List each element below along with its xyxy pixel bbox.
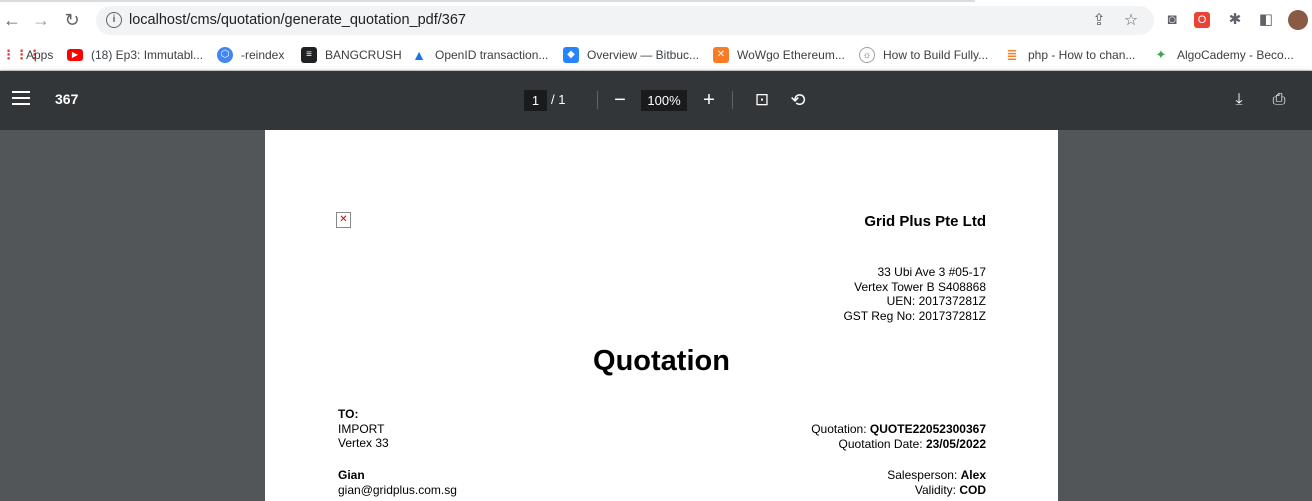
- openid-icon: ▲: [412, 47, 426, 63]
- side-panel-icon[interactable]: ◧: [1256, 10, 1276, 30]
- gst-line: GST Reg No: 201737281Z: [843, 308, 986, 323]
- profile-avatar[interactable]: [1288, 10, 1308, 30]
- company-address: 33 Ubi Ave 3 #05-17 Vertex Tower B S4088…: [843, 265, 986, 323]
- bookmark-openid[interactable]: ▲ OpenID transaction...: [411, 46, 548, 64]
- zoom-out-icon[interactable]: −: [608, 88, 632, 112]
- bookmark-algocademy[interactable]: ✦ AlgoCademy - Beco...: [1153, 46, 1294, 64]
- bookmark-label: WoWgo Ethereum...: [737, 48, 845, 62]
- address-line: 33 Ubi Ave 3 #05-17: [877, 265, 986, 279]
- bookmark-label: How to Build Fully...: [883, 48, 989, 62]
- download-icon[interactable]: ⤓: [1227, 88, 1251, 112]
- record-extension-icon[interactable]: O: [1194, 12, 1210, 28]
- url-text[interactable]: localhost/cms/quotation/generate_quotati…: [129, 12, 466, 28]
- pdf-viewport[interactable]: ✕ Grid Plus Pte Ltd 33 Ubi Ave 3 #05-17 …: [0, 130, 1312, 501]
- print-icon[interactable]: ⎙: [1267, 88, 1291, 112]
- forward-icon[interactable]: →: [31, 10, 51, 30]
- reload-icon[interactable]: ↻: [62, 10, 82, 30]
- quotation-number-value: QUOTE22052300367: [869, 422, 986, 436]
- to-label: TO:: [338, 407, 359, 421]
- bookmark-label: php - How to chan...: [1028, 48, 1136, 62]
- bookmark-label: AlgoCademy - Beco...: [1177, 48, 1294, 62]
- hexagon-icon: ⬡: [217, 47, 233, 63]
- company-name: Grid Plus Pte Ltd: [864, 213, 986, 230]
- salesperson-row: Salesperson: Alex: [887, 468, 986, 483]
- bookmark-label: OpenID transaction...: [435, 48, 549, 62]
- algocademy-icon: ✦: [1155, 47, 1167, 62]
- menu-icon[interactable]: [12, 91, 30, 105]
- site-icon: ☼: [859, 47, 875, 63]
- recipient-line: IMPORT: [338, 421, 385, 436]
- bookmark-label: Apps: [26, 48, 54, 62]
- uen-line: UEN: 201737281Z: [886, 294, 986, 308]
- toolbar-divider: [597, 91, 598, 109]
- page-number-input[interactable]: 1: [524, 90, 547, 111]
- quotation-number-row: Quotation: QUOTE22052300367: [811, 422, 986, 437]
- share-icon[interactable]: ⇪: [1089, 11, 1109, 31]
- bookmark-star-icon[interactable]: ☆: [1121, 11, 1141, 31]
- contact-email: gian@gridplus.com.sg: [338, 482, 457, 497]
- quotation-number-label: Quotation:: [811, 422, 870, 436]
- puzzle-extensions-icon[interactable]: ✱: [1225, 10, 1245, 30]
- bookmark-how-to-build[interactable]: ☼ How to Build Fully...: [859, 46, 988, 64]
- pdf-page: ✕ Grid Plus Pte Ltd 33 Ubi Ave 3 #05-17 …: [265, 130, 1058, 501]
- broken-logo-image: ✕: [336, 212, 351, 228]
- pdf-toolbar: 367 1 / 1 − 100% + ⊡ ⟲ ⤓ ⎙: [0, 71, 1312, 130]
- bookmark-youtube[interactable]: ▶ (18) Ep3: Immutabl...: [67, 46, 203, 64]
- zoom-level-input[interactable]: 100%: [641, 90, 687, 111]
- bitbucket-icon: ◆: [563, 47, 579, 63]
- site-info-icon[interactable]: i: [106, 12, 122, 28]
- quotation-details: Quotation: QUOTE22052300367 Quotation Da…: [811, 422, 986, 451]
- quotation-date-value: 23/05/2022: [925, 436, 986, 451]
- page-total: / 1: [551, 92, 566, 107]
- salesperson-label: Salesperson:: [887, 468, 961, 482]
- bangcrush-icon: ≡: [301, 47, 317, 63]
- address-line: Vertex Tower B S408868: [854, 279, 986, 294]
- bookmark-label: (18) Ep3: Immutabl...: [91, 48, 204, 62]
- back-icon[interactable]: ←: [2, 10, 22, 30]
- browser-toolbar: ← → ↻ i localhost/cms/quotation/generate…: [0, 0, 1312, 40]
- document-title: 367: [55, 91, 79, 107]
- bookmark-reindex[interactable]: ⬡ -reindex: [217, 46, 284, 64]
- bookmark-bitbucket[interactable]: ◆ Overview — Bitbuc...: [563, 46, 699, 64]
- bookmark-apps[interactable]: ⋮⋮⋮ Apps: [2, 46, 53, 64]
- xampp-icon: ✕: [713, 47, 729, 63]
- bookmark-wowgo[interactable]: ✕ WoWgo Ethereum...: [713, 46, 845, 64]
- recipient-line: Vertex 33: [338, 436, 389, 450]
- quotation-heading: Quotation: [593, 345, 730, 377]
- quotation-date-row: Quotation Date: 23/05/2022: [811, 437, 986, 452]
- rotate-icon[interactable]: ⟲: [786, 88, 810, 112]
- bookmark-php[interactable]: ≣ php - How to chan...: [1004, 46, 1136, 64]
- bookmark-bangcrush[interactable]: ≡ BANGCRUSH: [301, 46, 402, 64]
- apps-grid-icon: ⋮⋮⋮: [2, 47, 41, 62]
- address-bar[interactable]: i localhost/cms/quotation/generate_quota…: [96, 6, 1154, 35]
- tab-strip-edge: [0, 0, 975, 2]
- recipient-block: TO: IMPORT Vertex 33: [338, 407, 389, 451]
- toolbar-divider: [732, 91, 733, 109]
- sales-details: Salesperson: Alex Validity: COD: [887, 468, 986, 497]
- zoom-in-icon[interactable]: +: [697, 88, 721, 112]
- bookmark-label: BANGCRUSH: [325, 48, 402, 62]
- quotation-date-label: Quotation Date:: [838, 436, 926, 451]
- youtube-icon: ▶: [67, 49, 83, 61]
- fit-to-page-icon[interactable]: ⊡: [750, 88, 774, 112]
- salesperson-value: Alex: [960, 468, 986, 482]
- stackoverflow-icon: ≣: [1006, 47, 1018, 62]
- contact-name: Gian: [338, 468, 365, 482]
- bookmark-label: Overview — Bitbuc...: [587, 48, 700, 62]
- bookmark-label: -reindex: [241, 48, 285, 62]
- validity-row: Validity: COD: [887, 483, 986, 498]
- camera-extension-icon[interactable]: ◙: [1162, 10, 1182, 30]
- validity-value: COD: [959, 482, 986, 497]
- validity-label: Validity:: [914, 482, 960, 497]
- bookmarks-bar: ⋮⋮⋮ Apps ▶ (18) Ep3: Immutabl... ⬡ -rein…: [0, 40, 1312, 71]
- contact-block: Gian gian@gridplus.com.sg: [338, 468, 457, 497]
